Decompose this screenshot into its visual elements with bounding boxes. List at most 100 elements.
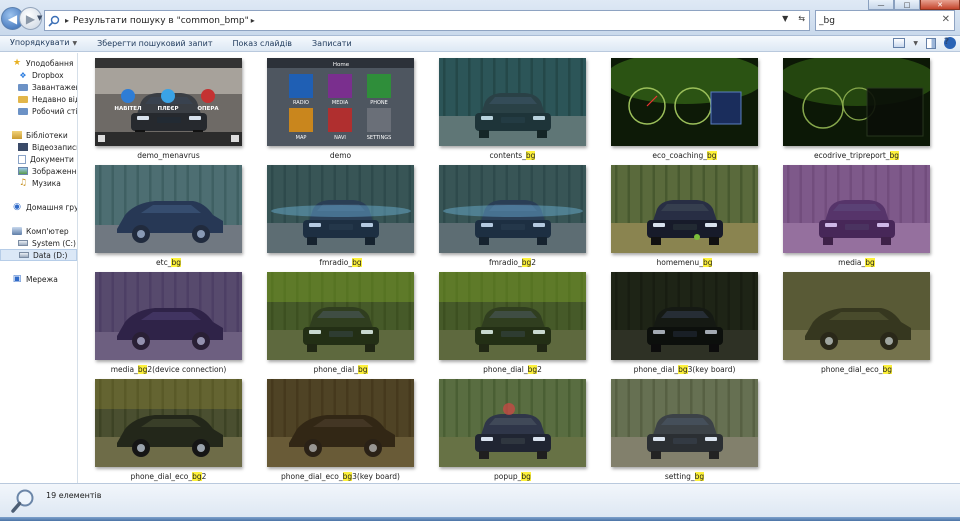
file-tile[interactable]: phone_dial_eco_bg2: [95, 379, 242, 481]
file-thumbnail[interactable]: [439, 272, 586, 360]
file-tile[interactable]: eco_coaching_bg: [611, 58, 758, 160]
nav-item-music[interactable]: ♫ Музика: [0, 177, 77, 189]
file-name[interactable]: ecodrive_tripreport_bg: [768, 151, 945, 160]
maximize-button[interactable]: □: [894, 0, 920, 10]
file-thumbnail[interactable]: [95, 379, 242, 467]
file-tile[interactable]: phone_dial_bg2: [439, 272, 586, 374]
thumbnail-image: [267, 165, 414, 253]
file-tile[interactable]: contents_bg: [439, 58, 586, 160]
organize-menu[interactable]: Упорядкувати ▼: [0, 35, 87, 52]
breadcrumb-search-results[interactable]: Результати пошуку в "common_bmp": [73, 16, 249, 26]
address-bar[interactable]: ▸ Результати пошуку в "common_bmp" ▸ ▼ ⇆: [44, 10, 810, 31]
file-thumbnail[interactable]: [95, 272, 242, 360]
file-tile[interactable]: media_bg2(device connection): [95, 272, 242, 374]
file-thumbnail[interactable]: [611, 272, 758, 360]
refresh-icon[interactable]: ⇆: [798, 14, 805, 23]
file-name-part: 2: [201, 472, 207, 481]
file-tile[interactable]: phone_dial_bg3(key board): [611, 272, 758, 374]
file-tile[interactable]: fmradio_bg: [267, 165, 414, 267]
file-tile[interactable]: НАВІТЕЛ ПЛЕЄР ОПЕРА demo_menavrus: [95, 58, 242, 160]
file-thumbnail[interactable]: [783, 58, 930, 146]
nav-item-desktop[interactable]: Робочий стіл: [0, 105, 77, 117]
change-view-icon[interactable]: [893, 38, 906, 48]
nav-item-dropbox[interactable]: ❖ Dropbox: [0, 69, 77, 81]
minimize-button[interactable]: —: [868, 0, 894, 10]
nav-libraries[interactable]: Бібліотеки: [0, 129, 77, 141]
view-options-chevron-icon[interactable]: ▼: [913, 40, 918, 47]
file-name[interactable]: phone_dial_eco_bg3(key board): [252, 472, 429, 481]
nav-item-pictures[interactable]: Зображення: [0, 165, 77, 177]
file-thumbnail[interactable]: [783, 272, 930, 360]
search-input[interactable]: [819, 15, 929, 26]
file-thumbnail[interactable]: [439, 379, 586, 467]
file-thumbnail[interactable]: [439, 165, 586, 253]
file-name[interactable]: phone_dial_eco_bg2: [80, 472, 257, 481]
nav-item-recent[interactable]: Недавно відві: [0, 93, 77, 105]
file-name[interactable]: etc_bg: [80, 258, 257, 267]
nav-item-videos[interactable]: Відеозаписи: [0, 141, 77, 153]
file-thumbnail[interactable]: [267, 272, 414, 360]
file-thumbnail[interactable]: [783, 165, 930, 253]
file-name[interactable]: popup_bg: [424, 472, 601, 481]
file-thumbnail[interactable]: НАВІТЕЛ ПЛЕЄР ОПЕРА: [95, 58, 242, 146]
file-tile[interactable]: media_bg: [783, 165, 930, 267]
burn-button[interactable]: Записати: [302, 36, 362, 52]
nav-computer[interactable]: Комп'ютер: [0, 225, 77, 237]
file-name[interactable]: fmradio_bg: [252, 258, 429, 267]
file-name[interactable]: eco_coaching_bg: [596, 151, 773, 160]
file-tile[interactable]: Home RADIO MEDIA PHONE MAP NAVI SETTINGS…: [267, 58, 414, 160]
nav-homegroup[interactable]: ◉ Домашня група: [0, 201, 77, 213]
nav-item-drive-c[interactable]: System (C:): [0, 237, 77, 249]
file-name[interactable]: phone_dial_bg: [252, 365, 429, 374]
nav-item-downloads[interactable]: Завантаження: [0, 81, 77, 93]
breadcrumb-arrow-icon[interactable]: ▸: [251, 16, 255, 25]
computer-icon: [12, 227, 22, 235]
search-box[interactable]: ✕: [815, 10, 955, 31]
breadcrumb-arrow-icon[interactable]: ▸: [65, 16, 69, 25]
file-tile[interactable]: homemenu_bg: [611, 165, 758, 267]
network-icon: ▣: [12, 274, 22, 284]
menu-label-player: ПЛЕЄР: [158, 106, 179, 112]
file-tile[interactable]: etc_bg: [95, 165, 242, 267]
file-name[interactable]: setting_bg: [596, 472, 773, 481]
nav-network[interactable]: ▣ Мережа: [0, 273, 77, 285]
file-tile[interactable]: ecodrive_tripreport_bg: [783, 58, 930, 160]
file-thumbnail[interactable]: [267, 379, 414, 467]
preview-pane-icon[interactable]: [926, 37, 936, 49]
nav-network-label: Мережа: [26, 274, 58, 284]
file-name[interactable]: media_bg: [768, 258, 945, 267]
file-name[interactable]: contents_bg: [424, 151, 601, 160]
file-tile[interactable]: phone_dial_eco_bg: [783, 272, 930, 374]
clear-search-icon[interactable]: ✕: [942, 14, 950, 25]
file-name[interactable]: media_bg2(device connection): [80, 365, 257, 374]
nav-item-drive-d[interactable]: Data (D:): [0, 249, 77, 261]
file-name[interactable]: homemenu_bg: [596, 258, 773, 267]
file-thumbnail[interactable]: [611, 379, 758, 467]
file-tile[interactable]: setting_bg: [611, 379, 758, 481]
file-name[interactable]: phone_dial_bg2: [424, 365, 601, 374]
address-history-dropdown-icon[interactable]: ▼: [782, 14, 788, 23]
help-icon[interactable]: ?: [944, 37, 956, 49]
nav-favorites[interactable]: ★ Уподобання: [0, 57, 77, 69]
file-tile[interactable]: phone_dial_bg: [267, 272, 414, 374]
file-name[interactable]: demo_menavrus: [80, 151, 257, 160]
file-name-part: phone_dial_eco_: [820, 365, 883, 374]
file-thumbnail[interactable]: [95, 165, 242, 253]
nav-item-documents[interactable]: Документи: [0, 153, 77, 165]
file-name[interactable]: demo: [252, 151, 429, 160]
file-tile[interactable]: phone_dial_eco_bg3(key board): [267, 379, 414, 481]
close-button[interactable]: ✕: [920, 0, 960, 10]
recent-pages-dropdown[interactable]: ▼: [37, 14, 42, 22]
file-thumbnail[interactable]: [439, 58, 586, 146]
file-thumbnail[interactable]: [611, 165, 758, 253]
file-name[interactable]: phone_dial_bg3(key board): [596, 365, 773, 374]
save-search-button[interactable]: Зберегти пошуковий запит: [87, 36, 222, 52]
slideshow-button[interactable]: Показ слайдів: [223, 36, 303, 52]
file-thumbnail[interactable]: [611, 58, 758, 146]
file-tile[interactable]: popup_bg: [439, 379, 586, 481]
file-tile[interactable]: fmradio_bg2: [439, 165, 586, 267]
file-name[interactable]: fmradio_bg2: [424, 258, 601, 267]
file-thumbnail[interactable]: [267, 165, 414, 253]
file-name[interactable]: phone_dial_eco_bg: [768, 365, 945, 374]
file-thumbnail[interactable]: Home RADIO MEDIA PHONE MAP NAVI SETTINGS: [267, 58, 414, 146]
